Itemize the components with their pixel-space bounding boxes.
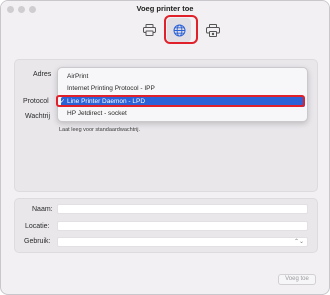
location-input[interactable]: [57, 221, 308, 231]
add-printer-window: Voeg printer toe Adres Protocol Wachtrij…: [0, 0, 330, 295]
address-label: Adres: [33, 71, 52, 78]
use-select[interactable]: ⌃⌄: [57, 237, 308, 247]
toolbar-highlight-annotation: [164, 15, 198, 44]
queue-label: Wachtrij: [25, 113, 51, 120]
selection-highlight-annotation: [56, 95, 305, 107]
window-title: Voeg printer toe: [136, 4, 194, 13]
default-printers-button[interactable]: [137, 18, 161, 42]
printer-icon: [142, 24, 156, 36]
queue-hint: Laat leeg voor standaardwachtrij.: [59, 127, 141, 133]
name-label: Naam:: [32, 206, 53, 213]
add-button[interactable]: Voeg toe: [278, 274, 316, 285]
stepper-arrows-icon: ⌃⌄: [293, 239, 304, 245]
titlebar: Voeg printer toe: [1, 1, 329, 47]
windows-printer-button[interactable]: [201, 18, 225, 42]
protocol-label: Protocol: [23, 98, 49, 105]
location-label: Locatie:: [25, 223, 50, 230]
windows-printer-icon: [206, 23, 220, 37]
menu-item-airprint[interactable]: AirPrint: [61, 72, 305, 82]
use-label: Gebruik:: [24, 238, 51, 245]
menu-item-ipp[interactable]: Internet Printing Protocol - IPP: [61, 84, 305, 94]
menu-item-label: HP Jetdirect - socket: [67, 110, 127, 117]
menu-item-label: AirPrint: [67, 73, 89, 80]
menu-item-jetdirect[interactable]: HP Jetdirect - socket: [61, 109, 305, 119]
menu-item-label: Internet Printing Protocol - IPP: [67, 85, 155, 92]
name-input[interactable]: [57, 204, 308, 214]
